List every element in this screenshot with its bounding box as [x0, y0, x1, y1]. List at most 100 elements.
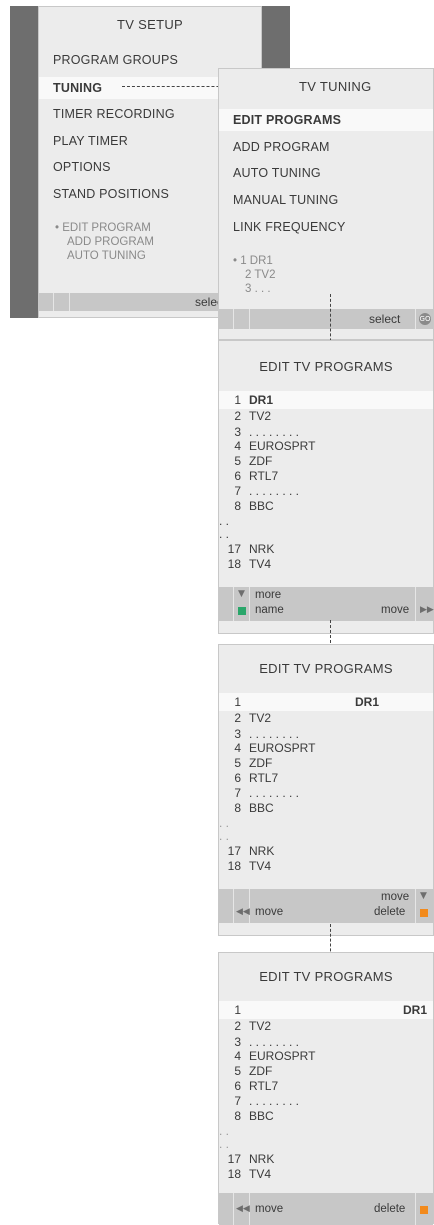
- program-row[interactable]: 17 NRK: [219, 844, 433, 859]
- program-number: 18: [227, 1167, 241, 1181]
- program-row[interactable]: 1: [219, 1003, 433, 1018]
- orange-button-icon: [420, 1206, 428, 1214]
- ellipsis-row: . .: [219, 1137, 433, 1152]
- program-number: 1: [234, 695, 241, 709]
- down-arrow-icon: ▼: [238, 589, 245, 599]
- program-row[interactable]: 3 . . . . . . . .: [219, 1035, 433, 1050]
- program-row[interactable]: 2 TV2: [219, 1019, 433, 1034]
- program-row[interactable]: 3 . . . . . . . .: [219, 425, 433, 440]
- program-row[interactable]: 7 . . . . . . . .: [219, 786, 433, 801]
- moving-program-name: DR1: [402, 1003, 427, 1017]
- program-row[interactable]: 18 TV4: [219, 557, 433, 572]
- program-number: 4: [234, 439, 241, 453]
- ellipsis: . .: [219, 829, 230, 843]
- program-number: 8: [234, 1109, 241, 1123]
- program-name: DR1: [249, 393, 274, 407]
- program-row[interactable]: 5 ZDF: [219, 756, 433, 771]
- ellipsis-row: . .: [219, 829, 433, 844]
- green-button-icon: [238, 607, 246, 615]
- menu-item-options[interactable]: OPTIONS: [53, 160, 111, 174]
- sub-item-add-program: ADD PROGRAM: [67, 236, 154, 248]
- program-row[interactable]: 2 TV2: [219, 711, 433, 726]
- go-button-icon: GO: [419, 313, 431, 325]
- program-number: 1: [234, 1003, 241, 1017]
- program-name: TV4: [249, 859, 272, 873]
- program-number: 3: [234, 425, 241, 439]
- program-row[interactable]: 7 . . . . . . . .: [219, 1094, 433, 1109]
- rewind-icon: ◀◀: [236, 907, 250, 917]
- program-row[interactable]: 4 EUROSPRT: [219, 439, 433, 454]
- program-number: 2: [234, 711, 241, 725]
- delete-label: delete: [374, 1203, 406, 1215]
- program-number: 18: [227, 859, 241, 873]
- program-name: ZDF: [249, 454, 273, 468]
- menu-title: EDIT TV PROGRAMS: [259, 661, 393, 676]
- program-number: 8: [234, 499, 241, 513]
- footer-bar: ◀◀ move move delete ▼: [219, 889, 433, 923]
- program-row[interactable]: 8 BBC: [219, 499, 433, 514]
- program-name: BBC: [249, 1109, 274, 1123]
- program-name: . . . . . . . .: [249, 484, 300, 498]
- program-name: ZDF: [249, 1064, 273, 1078]
- menu-item-play-timer[interactable]: PLAY TIMER: [53, 134, 128, 148]
- program-row[interactable]: 17 NRK: [219, 1152, 433, 1167]
- sub-item-edit-program: • EDIT PROGRAM: [55, 222, 151, 234]
- program-row[interactable]: 4 EUROSPRT: [219, 1049, 433, 1064]
- program-row[interactable]: 18 TV4: [219, 1167, 433, 1182]
- sub-item-auto-tuning: AUTO TUNING: [67, 250, 146, 262]
- program-number: 6: [234, 1079, 241, 1093]
- program-name: TV4: [249, 1167, 272, 1181]
- program-number: 3: [234, 727, 241, 741]
- program-number: 3: [234, 1035, 241, 1049]
- program-row[interactable]: 7 . . . . . . . .: [219, 484, 433, 499]
- program-row[interactable]: 6 RTL7: [219, 469, 433, 484]
- program-number: 6: [234, 469, 241, 483]
- sub-item-tv2: 2 TV2: [245, 269, 276, 281]
- program-row[interactable]: 6 RTL7: [219, 1079, 433, 1094]
- program-row[interactable]: 18 TV4: [219, 859, 433, 874]
- program-name: RTL7: [249, 1079, 279, 1093]
- menu-item-stand-positions[interactable]: STAND POSITIONS: [53, 187, 169, 201]
- menu-item-manual-tuning[interactable]: MANUAL TUNING: [233, 193, 338, 207]
- program-name: RTL7: [249, 771, 279, 785]
- down-arrow-icon: ▼: [420, 891, 427, 901]
- menu-title: TV TUNING: [299, 79, 372, 94]
- program-row[interactable]: 2 TV2: [219, 409, 433, 424]
- program-name: RTL7: [249, 469, 279, 483]
- program-row[interactable]: 5 ZDF: [219, 454, 433, 469]
- program-row[interactable]: 1 DR1: [219, 393, 433, 408]
- program-name: EUROSPRT: [249, 1049, 316, 1063]
- menu-item-add-program[interactable]: ADD PROGRAM: [233, 140, 330, 154]
- ellipsis: . .: [219, 527, 230, 541]
- menu-item-tuning[interactable]: TUNING: [53, 81, 102, 95]
- edit-programs-menu-3: EDIT TV PROGRAMS 1 DR1 2 TV2 3 . . . . . .…: [218, 952, 434, 1225]
- program-row[interactable]: 1: [219, 695, 433, 710]
- menu-item-timer-recording[interactable]: TIMER RECORDING: [53, 107, 175, 121]
- program-name: NRK: [249, 1152, 275, 1166]
- delete-label: delete: [374, 906, 406, 918]
- program-row[interactable]: 8 BBC: [219, 1109, 433, 1124]
- menu-item-edit-programs[interactable]: EDIT PROGRAMS: [233, 113, 341, 127]
- program-name: TV2: [249, 711, 272, 725]
- program-row[interactable]: 3 . . . . . . . .: [219, 727, 433, 742]
- program-name: ZDF: [249, 756, 273, 770]
- program-number: 7: [234, 484, 241, 498]
- edit-programs-menu-1: EDIT TV PROGRAMS 1 DR1 2 TV2 3 . . . . . . …: [218, 340, 434, 634]
- menu-item-auto-tuning[interactable]: AUTO TUNING: [233, 166, 321, 180]
- program-name: EUROSPRT: [249, 439, 316, 453]
- program-name: BBC: [249, 801, 274, 815]
- program-number: 5: [234, 756, 241, 770]
- menu-item-link-frequency[interactable]: LINK FREQUENCY: [233, 220, 346, 234]
- program-row[interactable]: 5 ZDF: [219, 1064, 433, 1079]
- program-name: . . . . . . . .: [249, 1094, 300, 1108]
- program-row[interactable]: 8 BBC: [219, 801, 433, 816]
- program-number: 18: [227, 557, 241, 571]
- fast-forward-icon: ▶▶: [420, 605, 434, 615]
- program-row[interactable]: 6 RTL7: [219, 771, 433, 786]
- program-row[interactable]: 4 EUROSPRT: [219, 741, 433, 756]
- program-row[interactable]: 17 NRK: [219, 542, 433, 557]
- menu-title: TV SETUP: [117, 17, 183, 32]
- ellipsis: . .: [219, 1137, 230, 1151]
- menu-item-program-groups[interactable]: PROGRAM GROUPS: [53, 53, 178, 67]
- program-number: 4: [234, 741, 241, 755]
